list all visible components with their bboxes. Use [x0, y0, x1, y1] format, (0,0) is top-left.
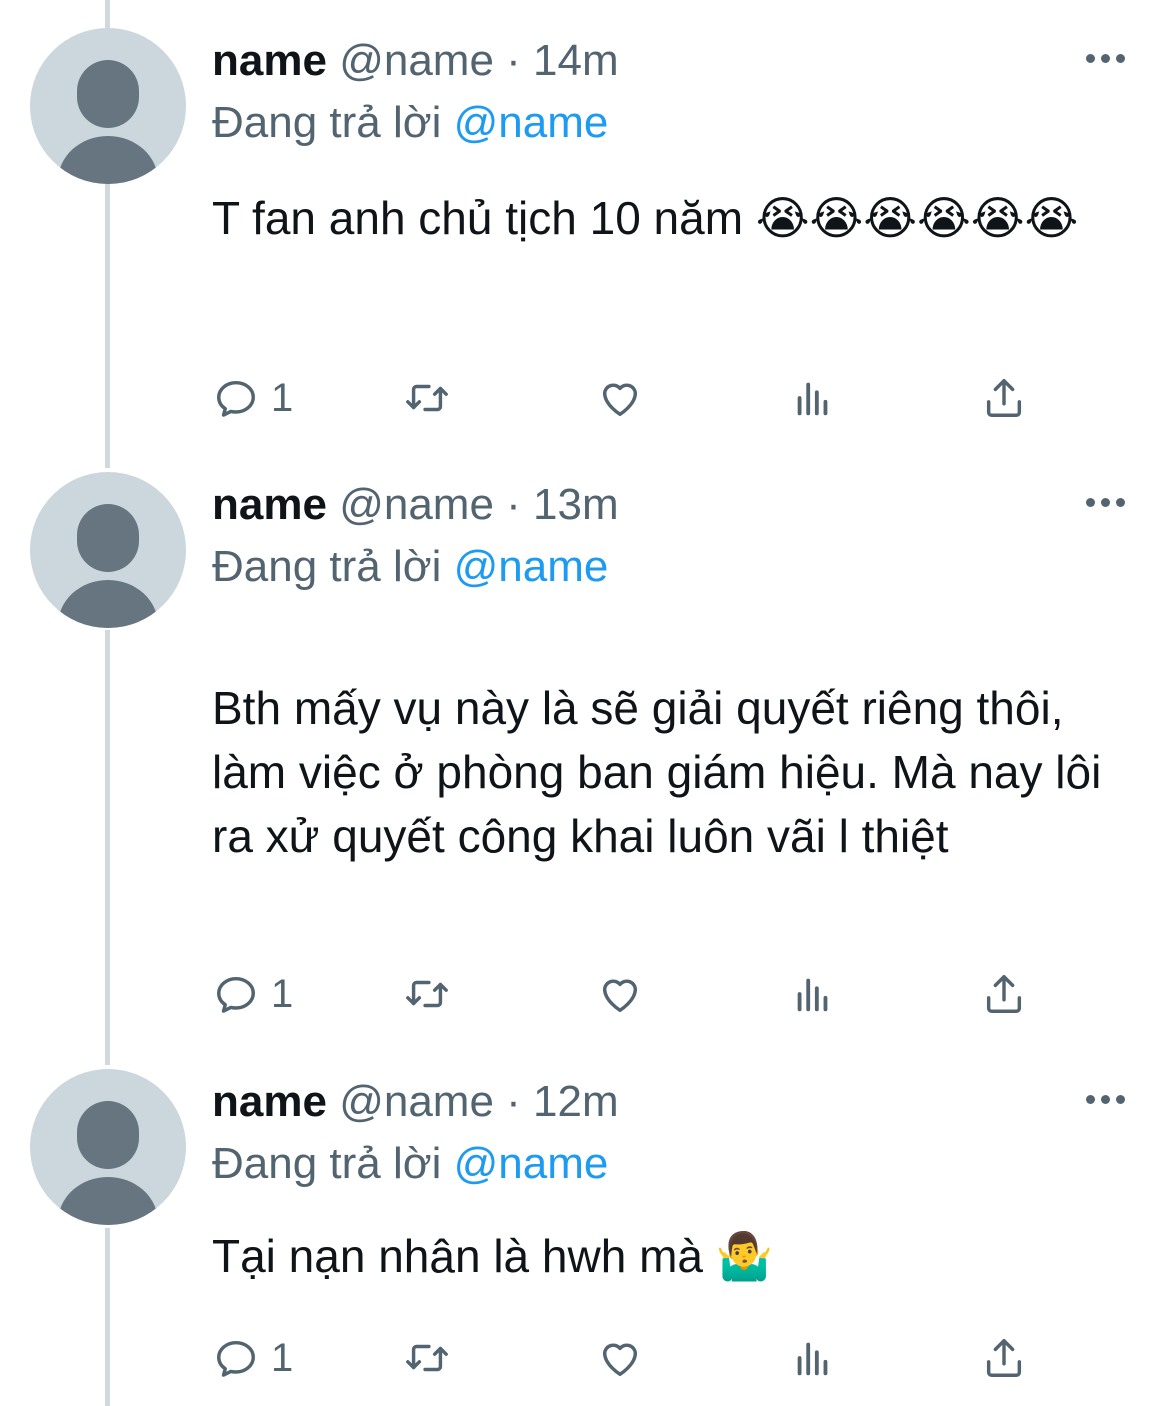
views-button[interactable]	[790, 964, 836, 1024]
replying-to: Đang trả lời @name	[212, 541, 608, 593]
user-handle[interactable]: @name	[339, 1077, 494, 1126]
avatar-body	[58, 580, 158, 628]
retweet-icon	[406, 1344, 448, 1372]
mention-link[interactable]: @name	[454, 542, 609, 591]
reply-count: 1	[271, 1335, 294, 1380]
display-name[interactable]: name	[212, 480, 327, 529]
mention-link[interactable]: @name	[454, 98, 609, 147]
timestamp[interactable]: 13m	[533, 480, 619, 529]
display-name[interactable]: name	[212, 36, 327, 85]
like-button[interactable]	[597, 1328, 643, 1388]
views-icon	[797, 978, 828, 1012]
retweet-button[interactable]	[404, 964, 450, 1024]
more-icon[interactable]	[1086, 1095, 1126, 1107]
tweet-text: Tại nạn nhân là hwh mà 🤷‍♂️	[212, 1230, 774, 1282]
avatar[interactable]	[30, 472, 186, 628]
avatar-head	[77, 60, 139, 128]
share-icon	[986, 975, 1022, 1013]
views-icon	[797, 382, 828, 416]
replying-to-label: Đang trả lời	[212, 1139, 442, 1188]
tweet-header: name @name · 14m	[212, 36, 619, 86]
avatar[interactable]	[30, 28, 186, 184]
avatar[interactable]	[30, 1069, 186, 1225]
action-bar: 1	[0, 368, 1170, 428]
views-button[interactable]	[790, 1328, 836, 1388]
tweet[interactable]: name @name · 12m Đang trả lời @name Tại …	[0, 1041, 1170, 1406]
reply-count: 1	[271, 971, 294, 1016]
views-icon	[797, 1342, 828, 1376]
more-icon[interactable]	[1086, 54, 1126, 66]
replying-to: Đang trả lời @name	[212, 1138, 608, 1190]
display-name[interactable]: name	[212, 1077, 327, 1126]
tweet[interactable]: name @name · 14m Đang trả lời @name T fa…	[0, 0, 1170, 460]
retweet-button[interactable]	[404, 1328, 450, 1388]
tweet[interactable]: name @name · 13m Đang trả lời @name Bth …	[0, 444, 1170, 1044]
reply-button[interactable]: 1	[213, 1328, 293, 1388]
action-bar: 1	[0, 1328, 1170, 1388]
heart-icon	[602, 1343, 638, 1377]
user-handle[interactable]: @name	[339, 480, 494, 529]
share-button[interactable]	[981, 368, 1027, 428]
like-button[interactable]	[597, 368, 643, 428]
timestamp[interactable]: 12m	[533, 1077, 619, 1126]
share-icon	[986, 1339, 1022, 1377]
user-handle[interactable]: @name	[339, 36, 494, 85]
mention-link[interactable]: @name	[454, 1139, 609, 1188]
timestamp[interactable]: 14m	[533, 36, 619, 85]
share-button[interactable]	[981, 964, 1027, 1024]
avatar-head	[77, 504, 139, 572]
like-button[interactable]	[597, 964, 643, 1024]
avatar-head	[77, 1101, 139, 1169]
reply-icon	[217, 380, 255, 417]
retweet-icon	[406, 384, 448, 412]
views-button[interactable]	[790, 368, 836, 428]
replying-to-label: Đang trả lời	[212, 542, 442, 591]
reply-count: 1	[271, 375, 294, 420]
tweet-text: Bth mấy vụ này là sẽ giải quyết riêng th…	[212, 682, 1102, 862]
action-bar: 1	[0, 964, 1170, 1024]
avatar-body	[58, 1177, 158, 1225]
reply-button[interactable]: 1	[213, 964, 293, 1024]
replying-to-label: Đang trả lời	[212, 98, 442, 147]
reply-button[interactable]: 1	[213, 368, 293, 428]
retweet-icon	[406, 980, 448, 1008]
replying-to: Đang trả lời @name	[212, 97, 608, 149]
retweet-button[interactable]	[404, 368, 450, 428]
separator-dot: ·	[506, 1077, 521, 1126]
tweet-header: name @name · 13m	[212, 480, 619, 530]
share-icon	[986, 379, 1022, 417]
tweet-text: T fan anh chủ tịch 10 năm 😭😭😭😭😭😭	[212, 192, 1079, 244]
reply-icon	[217, 1340, 255, 1377]
separator-dot: ·	[506, 36, 521, 85]
reply-icon	[217, 976, 255, 1013]
heart-icon	[602, 979, 638, 1013]
tweet-header: name @name · 12m	[212, 1077, 619, 1127]
avatar-body	[58, 136, 158, 184]
heart-icon	[602, 383, 638, 417]
share-button[interactable]	[981, 1328, 1027, 1388]
separator-dot: ·	[506, 480, 521, 529]
more-icon[interactable]	[1086, 498, 1126, 510]
